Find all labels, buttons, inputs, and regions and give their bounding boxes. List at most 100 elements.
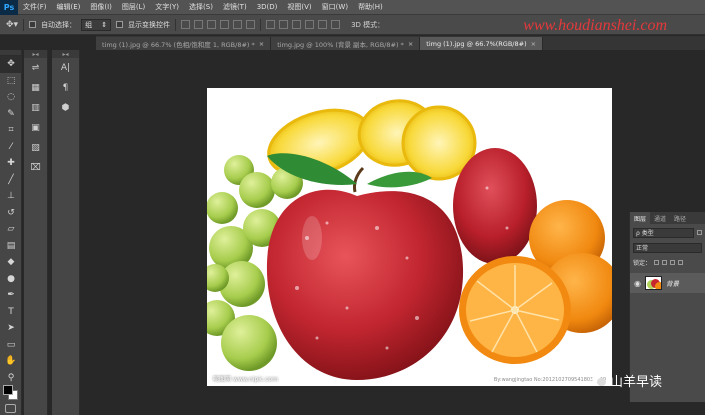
brush-icon[interactable]: ╱ bbox=[0, 172, 22, 189]
toolbox: ✥ ⬚ ◌ ✎ ⌗ ⁄ ✚ ╱ ⊥ ↺ ▱ ▤ ◆ ● ✒ T ➤ ▭ ✋ ⚲ bbox=[0, 50, 22, 415]
healing-icon[interactable]: ✚ bbox=[0, 155, 22, 172]
auto-select-label: 自动选择： bbox=[41, 20, 77, 29]
tab-layers[interactable]: 图层 bbox=[630, 212, 651, 224]
strip-buttons: ⇌ ▦ ▥ ▣ ▧ ⌧ bbox=[24, 58, 47, 178]
gradient-icon[interactable]: ▤ bbox=[0, 238, 22, 255]
filter-toggle-icon[interactable] bbox=[697, 230, 702, 235]
lock-position-icon[interactable] bbox=[670, 260, 676, 265]
panel-toggle-icon[interactable]: ▣ bbox=[24, 118, 47, 138]
foreground-color[interactable] bbox=[3, 385, 13, 395]
dodge-icon[interactable]: ● bbox=[0, 271, 22, 288]
lock-pixels-icon[interactable] bbox=[654, 260, 660, 265]
distribute-buttons bbox=[266, 20, 341, 29]
align-right-icon[interactable] bbox=[246, 20, 256, 29]
distribute-bottom-icon[interactable] bbox=[292, 20, 302, 29]
quick-mask-icon[interactable] bbox=[5, 404, 16, 413]
lock-label: 锁定： bbox=[633, 260, 652, 267]
document-tab[interactable]: timg (1).jpg @ 66.7% (色相/饱和度 1, RGB/8#) … bbox=[96, 37, 272, 50]
blur-icon[interactable]: ◆ bbox=[0, 254, 22, 271]
crop-icon[interactable]: ⌗ bbox=[0, 122, 22, 139]
tab-paths[interactable]: 路径 bbox=[670, 212, 690, 224]
pen-icon[interactable]: ✒ bbox=[0, 287, 22, 304]
menu-help[interactable]: 帮助(H) bbox=[353, 2, 388, 12]
canvas-area[interactable]: 昵图网 www.nipic.com By:wangjingtao No:2012… bbox=[81, 50, 705, 415]
collapsed-panel-strip: ▸◂ A| ¶ ⬢ bbox=[52, 50, 80, 415]
show-transform-label: 显示变换控件 bbox=[128, 20, 171, 29]
lasso-icon[interactable]: ◌ bbox=[0, 89, 22, 106]
strip-grip[interactable]: ▸◂ bbox=[52, 50, 79, 58]
lock-all-icon[interactable] bbox=[678, 260, 684, 265]
tab-label: timg.jpg @ 100% (背景 副本, RGB/8#) * bbox=[277, 40, 404, 49]
close-icon[interactable]: × bbox=[531, 40, 536, 48]
separator bbox=[23, 18, 25, 31]
menu-filter[interactable]: 滤镜(T) bbox=[218, 2, 252, 12]
align-hcenter-icon[interactable] bbox=[233, 20, 243, 29]
eyedropper-icon[interactable]: ⁄ bbox=[0, 139, 22, 156]
layer-filter-select[interactable]: ρ 类型 bbox=[633, 227, 694, 238]
close-icon[interactable]: × bbox=[408, 40, 413, 48]
menu-3d[interactable]: 3D(D) bbox=[252, 3, 283, 11]
menu-window[interactable]: 窗口(W) bbox=[317, 2, 353, 12]
wechat-account-name: 山羊早读 bbox=[610, 375, 663, 390]
lock-row: 锁定： bbox=[633, 256, 702, 269]
distribute-vcenter-icon[interactable] bbox=[279, 20, 289, 29]
eraser-icon[interactable]: ▱ bbox=[0, 221, 22, 238]
menu-layer[interactable]: 图层(L) bbox=[117, 2, 150, 12]
lock-brush-icon[interactable] bbox=[662, 260, 668, 265]
document-canvas[interactable]: 昵图网 www.nipic.com By:wangjingtao No:2012… bbox=[207, 88, 612, 386]
menu-file[interactable]: 文件(F) bbox=[18, 2, 52, 12]
distribute-left-icon[interactable] bbox=[305, 20, 315, 29]
move-tool-preset-icon[interactable]: ✥▾ bbox=[6, 20, 18, 30]
document-tab[interactable]: timg.jpg @ 100% (背景 副本, RGB/8#) * × bbox=[271, 37, 421, 50]
align-top-icon[interactable] bbox=[181, 20, 191, 29]
close-icon[interactable]: × bbox=[259, 40, 264, 48]
align-left-icon[interactable] bbox=[220, 20, 230, 29]
distribute-top-icon[interactable] bbox=[266, 20, 276, 29]
align-bottom-icon[interactable] bbox=[207, 20, 217, 29]
panel-toggle-icon[interactable]: ¶ bbox=[52, 78, 79, 98]
hand-icon[interactable]: ✋ bbox=[0, 353, 22, 370]
separator bbox=[260, 18, 262, 31]
distribute-right-icon[interactable] bbox=[331, 20, 341, 29]
panel-toggle-icon[interactable]: ▦ bbox=[24, 78, 47, 98]
zoom-icon[interactable]: ⚲ bbox=[0, 370, 22, 387]
history-brush-icon[interactable]: ↺ bbox=[0, 205, 22, 222]
photoshop-window: Ps 文件(F) 编辑(E) 图像(I) 图层(L) 文字(Y) 选择(S) 滤… bbox=[0, 0, 705, 415]
menu-edit[interactable]: 编辑(E) bbox=[52, 2, 86, 12]
site-watermark: www.houdianshei.com bbox=[523, 17, 667, 34]
move-icon[interactable]: ✥ bbox=[0, 56, 22, 73]
path-select-icon[interactable]: ➤ bbox=[0, 320, 22, 337]
panel-toggle-icon[interactable]: ⬢ bbox=[52, 98, 79, 118]
document-tab-active[interactable]: timg (1).jpg @ 66.7%(RGB/8#) × bbox=[420, 37, 544, 50]
panel-toggle-icon[interactable]: A| bbox=[52, 58, 79, 78]
3d-mode-label: 3D 模式： bbox=[351, 20, 385, 29]
auto-select-dropdown[interactable]: 组 ⇕ bbox=[81, 18, 112, 31]
marquee-icon[interactable]: ⬚ bbox=[0, 73, 22, 90]
layer-row-background[interactable]: ◉ 背景 bbox=[630, 273, 705, 293]
type-icon[interactable]: T bbox=[0, 304, 22, 321]
align-vcenter-icon[interactable] bbox=[194, 20, 204, 29]
panel-toggle-icon[interactable]: ⌧ bbox=[24, 158, 47, 178]
menu-type[interactable]: 文字(Y) bbox=[150, 2, 184, 12]
panel-toggle-icon[interactable]: ⇌ bbox=[24, 58, 47, 78]
strip-buttons: A| ¶ ⬢ bbox=[52, 58, 79, 118]
tab-channels[interactable]: 通道 bbox=[650, 212, 670, 224]
color-swatches bbox=[3, 385, 19, 401]
eye-icon[interactable]: ◉ bbox=[634, 279, 641, 288]
auto-select-checkbox[interactable] bbox=[29, 21, 37, 28]
auto-select-value: 组 bbox=[85, 20, 93, 29]
strip-grip[interactable]: ▸◂ bbox=[24, 50, 47, 58]
orange-half bbox=[459, 256, 571, 364]
quick-select-icon[interactable]: ✎ bbox=[0, 106, 22, 123]
distribute-hcenter-icon[interactable] bbox=[318, 20, 328, 29]
panel-toggle-icon[interactable]: ▧ bbox=[24, 138, 47, 158]
panel-toggle-icon[interactable]: ▥ bbox=[24, 98, 47, 118]
stamp-icon[interactable]: ⊥ bbox=[0, 188, 22, 205]
menu-image[interactable]: 图像(I) bbox=[85, 2, 117, 12]
shape-icon[interactable]: ▭ bbox=[0, 337, 22, 354]
document-tab-bar: timg (1).jpg @ 66.7% (色相/饱和度 1, RGB/8#) … bbox=[96, 36, 705, 50]
menu-select[interactable]: 选择(S) bbox=[184, 2, 218, 12]
menu-view[interactable]: 视图(V) bbox=[282, 2, 316, 12]
show-transform-checkbox[interactable] bbox=[116, 21, 124, 28]
blend-mode-select[interactable]: 正常 bbox=[633, 242, 702, 253]
